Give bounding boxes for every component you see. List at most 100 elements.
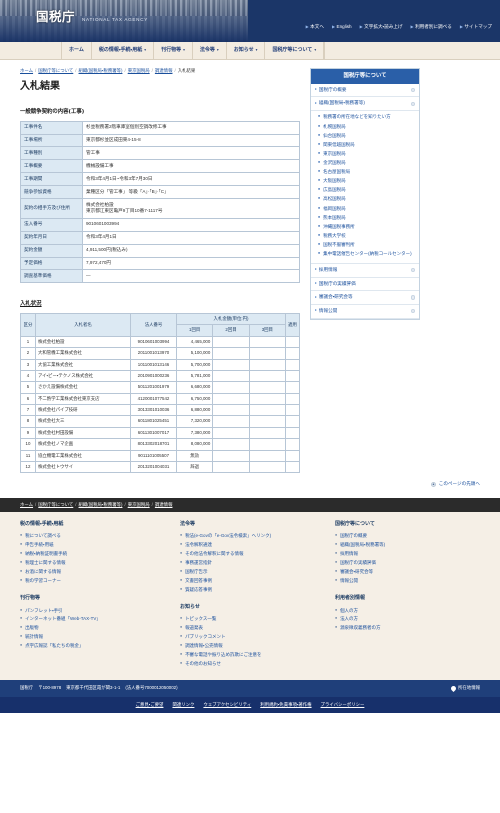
nav-item-about-nta[interactable]: 国税庁等について ▾ [265,42,325,59]
bid-cell-round2 [212,392,250,406]
breadcrumb-item-home[interactable]: ホーム [20,68,33,74]
sidebar-item-overview[interactable]: ▸ 国税庁の概要 [311,84,419,98]
footer-link-item[interactable]: ■ 国税庁の実績評価 [335,559,480,568]
footer-link-item[interactable]: ■ 不審な電話や振り込め詐欺にご注意を [180,651,325,660]
footer-link-item[interactable]: ■ 申告手続・用紙 [20,541,170,550]
breadcrumb-item-tokyo-bureau[interactable]: 東京国税局 [128,68,150,74]
sidebar-org-item[interactable]: ■ 熊本国税局 [318,213,415,222]
footer-link-item[interactable]: ■ 調達情報・公売情報 [180,642,325,651]
bullet-square-icon: ■ [180,542,183,547]
footer-link-item[interactable]: ■ 点字広報誌「私たちの税金」 [20,642,170,651]
footer-link-item[interactable]: ■ 審議会・研究会等 [335,568,480,577]
bid-cell-name: 株式会社村田設備 [35,426,131,440]
footer-link-privacy[interactable]: プライバシーポリシー [321,702,365,708]
footer-link-item[interactable]: ■ 組織(国税局・税務署等) [335,541,480,550]
footer-link-item[interactable]: ■ 源泉徴収義務者の方 [335,624,480,633]
sidebar-org-item[interactable]: ■ 札幌国税局 [318,122,415,131]
footer-link-item[interactable]: ■ その他法令解釈に関する情報 [180,550,325,559]
breadcrumb-item-organization[interactable]: 組織(国税局・税務署等) [79,68,123,74]
bid-header-round1: 1回目 [175,324,214,337]
footer-link-related[interactable]: 関連リンク [172,702,194,708]
footer-link-item[interactable]: ■ 税について調べる [20,532,170,541]
sidebar-org-item[interactable]: ■ 福岡国税局 [318,204,415,213]
util-nav-item-sitemap[interactable]: ▶ サイトマップ [460,24,492,31]
triangle-right-icon: ▸ [315,308,317,313]
footer-breadcrumb-about[interactable]: 国税庁等について [38,502,73,508]
nav-item-laws[interactable]: 法令等 ▾ [193,42,227,59]
util-nav-item-by-user[interactable]: ▶ 利用者別に調べる [411,24,452,31]
footer-link-item[interactable]: ■ 個人の方 [335,606,480,615]
sidebar-bottom-item[interactable]: ▸ 採用情報 [311,264,419,278]
footer-link-item[interactable]: ■ パンフレット・手引 [20,606,170,615]
contract-detail-label: 調査基準価格 [20,269,83,284]
bid-header-apply: 適用 [285,313,300,337]
nav-item-tax-info[interactable]: 税の情報・手続・用紙 ▾ [92,42,155,59]
sidebar-org-item[interactable]: ■ 仙台国税局 [318,131,415,140]
footer-link-feedback[interactable]: ご意見・ご要望 [136,702,164,708]
footer-link-item[interactable]: ■ 採用情報 [335,550,480,559]
sidebar-org-item[interactable]: ■ 関東信越国税局 [318,140,415,149]
bid-cell-round2 [212,404,250,417]
footer-link-item[interactable]: ■ 税の学習コーナー [20,577,170,586]
sidebar-bottom-item[interactable]: ▸ 情報公開 [311,305,419,319]
sidebar-item-organization[interactable]: ▸ 組織(国税局・税務署等) [311,97,419,112]
footer-breadcrumb-separator: / [124,502,126,508]
footer-link-item[interactable]: ■ 統計情報 [20,633,170,642]
footer-breadcrumb-organization[interactable]: 組織(国税局・税務署等) [79,502,123,508]
footer-breadcrumb-home[interactable]: ホーム [20,502,33,508]
sidebar-org-item[interactable]: ■ 集中電話催告センター(納税コールセンター) [318,250,415,259]
sidebar-bottom-item[interactable]: ▸ 審議会・研究会等 [311,291,419,305]
bid-cell-round1: 辞退 [175,460,214,474]
bullet-square-icon: ■ [20,625,23,630]
nav-item-news[interactable]: お知らせ ▾ [227,42,266,59]
breadcrumb-item-about[interactable]: 国税庁等について [38,68,73,74]
nav-item-publications[interactable]: 刊行物等 ▾ [154,42,193,59]
bullet-square-icon: ■ [318,196,321,201]
sidebar-org-item[interactable]: ■ 高松国税局 [318,195,415,204]
sidebar-org-item[interactable]: ■ 沖縄国税事務所 [318,222,415,231]
footer-link-item[interactable]: ■ 法人の方 [335,615,480,624]
sidebar-bottom-item[interactable]: ▸ 国税庁の実績評価 [311,278,419,292]
footer-link-item[interactable]: ■ 国税庁の概要 [335,532,480,541]
footer-link-item[interactable]: ■ お酒に関する情報 [20,568,170,577]
sidebar-org-item[interactable]: ■ 税務大学校 [318,232,415,241]
footer-link-item[interactable]: ■ 出版物 [20,624,170,633]
breadcrumb-item-procurement[interactable]: 調達情報 [155,68,173,74]
sidebar-org-item[interactable]: ■ 東京国税局 [318,150,415,159]
util-nav-item-honbun[interactable]: ▶ 本文へ [306,24,324,31]
footer-location-link[interactable]: 所在地情報 [449,685,480,693]
util-nav-item-text-size[interactable]: ▶ 文字拡大・読み上げ [360,24,403,31]
footer-link-item[interactable]: ■ 事務運営指針 [180,559,325,568]
sidebar-org-item-label: 関東信越国税局 [323,141,355,147]
sidebar-org-item[interactable]: ■ 国税不服審判所 [318,241,415,250]
footer-link-item[interactable]: ■ 情報公開 [335,577,480,586]
footer-link-item[interactable]: ■ パブリックコメント [180,633,325,642]
util-nav-item-english[interactable]: ▶ English [332,24,352,31]
expand-dot-icon [410,267,415,273]
footer-link-item[interactable]: ■ 国税庁告示 [180,568,325,577]
footer-link-item[interactable]: ■ 質疑応答事例 [180,585,325,594]
sidebar-org-item[interactable]: ■ 金沢国税局 [318,159,415,168]
footer-link-item[interactable]: ■ インターネット番組「Web-TAX-TV」 [20,615,170,624]
footer-link-item[interactable]: ■ 文書回答事例 [180,577,325,586]
footer-link-item[interactable]: ■ 税法(e-Govの「e-Gov法令検索」へリンク) [180,532,325,541]
footer-link-terms[interactable]: 利用規約・免責事項・著作権 [260,702,311,708]
footer-link-accessibility[interactable]: ウェブアクセシビリティ [203,702,251,708]
sidebar-org-item[interactable]: ■ 税務署の所在地などを知りたい方 [318,113,415,122]
page-top-link[interactable]: ▲ このページの先頭へ [430,481,480,488]
footer-breadcrumb-tokyo-bureau[interactable]: 東京国税局 [128,502,150,508]
site-logo[interactable]: 国税庁 NATIONAL TAX AGENCY [36,8,148,26]
contract-detail-row: 予定価格 7,972,470円 [20,256,300,271]
footer-link-item[interactable]: ■ 法令解釈通達 [180,541,325,550]
footer-link-item[interactable]: ■ 報道発表 [180,624,325,633]
footer-link-item[interactable]: ■ 納税・納税証明書手続 [20,550,170,559]
sidebar-org-item[interactable]: ■ 広島国税局 [318,186,415,195]
sidebar-org-item[interactable]: ■ 名古屋国税局 [318,168,415,177]
footer-link-item[interactable]: ■ トピックス一覧 [180,615,325,624]
footer-link-item[interactable]: ■ 税理士に関する情報 [20,559,170,568]
nav-item-home[interactable]: ホーム [62,42,92,59]
footer-link-label: 税について調べる [25,533,61,539]
footer-breadcrumb-procurement[interactable]: 調達情報 [155,502,173,508]
sidebar-org-item[interactable]: ■ 大阪国税局 [318,177,415,186]
footer-link-item[interactable]: ■ その他のお知らせ [180,660,325,669]
